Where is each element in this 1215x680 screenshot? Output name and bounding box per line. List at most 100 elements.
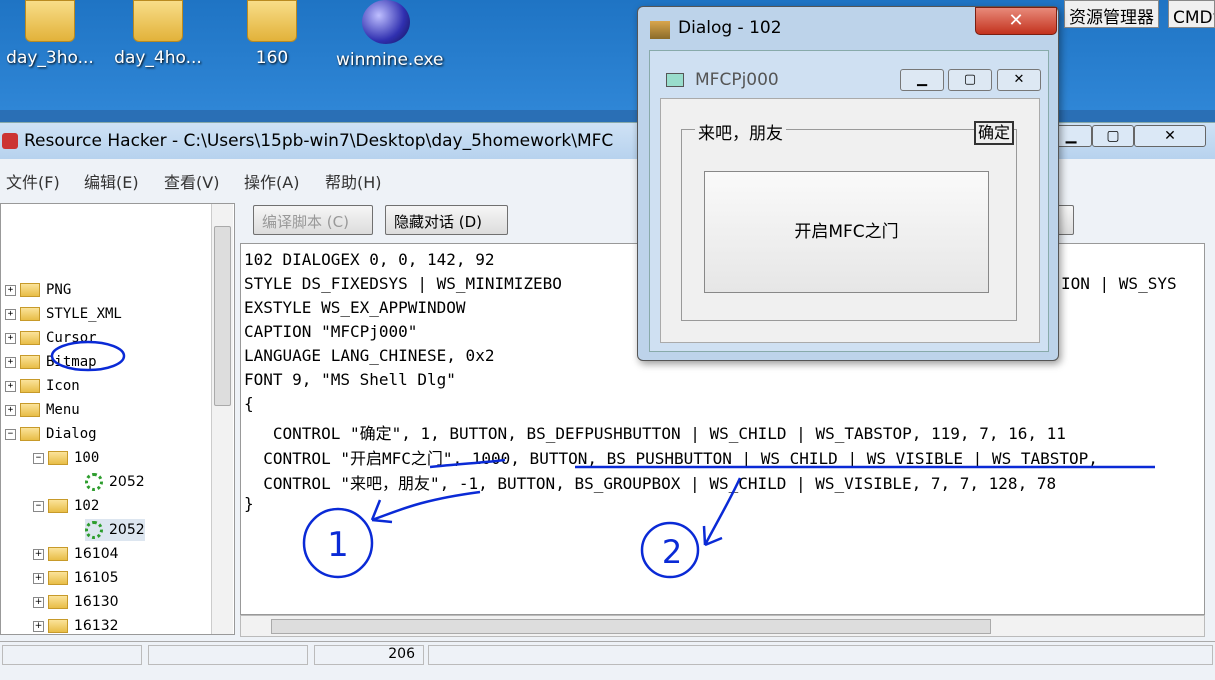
window-icon xyxy=(666,73,684,87)
tree-item-label: 16104 xyxy=(74,546,119,562)
folder-icon xyxy=(48,619,68,633)
expand-icon[interactable]: + xyxy=(5,308,16,320)
folder-open-icon xyxy=(20,427,40,441)
expand-icon[interactable]: + xyxy=(5,380,16,392)
desktop-icon-day4[interactable]: day_4ho... xyxy=(108,0,208,68)
desktop-icon-winmine[interactable]: winmine.exe xyxy=(336,0,443,70)
expand-icon[interactable]: + xyxy=(5,284,16,296)
folder-icon xyxy=(25,0,75,42)
folder-icon xyxy=(20,307,40,321)
tree-item-label: PNG xyxy=(46,282,72,298)
tree-item-16130[interactable]: +16130 xyxy=(33,591,119,613)
folder-icon xyxy=(20,283,40,297)
expand-icon[interactable]: + xyxy=(33,548,44,560)
code-line: CONTROL "确定", 1, BUTTON, BS_DEFPUSHBUTTO… xyxy=(244,424,1066,443)
mfc-dialog-title: MFCPj000 xyxy=(695,70,779,90)
folder-icon xyxy=(247,0,297,42)
editor-hscrollbar[interactable] xyxy=(240,615,1205,637)
collapse-icon[interactable]: − xyxy=(33,452,44,464)
menu-edit[interactable]: 编辑(E) xyxy=(84,169,139,193)
desktop-icon-label: winmine.exe xyxy=(336,50,444,70)
tree-item-png[interactable]: + PNG xyxy=(5,279,71,301)
tree-item-label: 2052 xyxy=(109,522,145,538)
status-pane xyxy=(2,645,142,665)
tree-item-label: Bitmap xyxy=(46,354,97,370)
tree-item-100[interactable]: − 100 xyxy=(33,447,99,469)
tree-item-label: 102 xyxy=(74,498,100,514)
taskbar-button-explorer[interactable]: 资源管理器 xyxy=(1064,0,1159,28)
folder-icon xyxy=(20,379,40,393)
desktop-icon-day3[interactable]: day_3ho... xyxy=(0,0,100,68)
folder-icon xyxy=(48,571,68,585)
desktop-icon-label: day_4ho... xyxy=(114,48,202,68)
minimize-button[interactable]: ▁ xyxy=(900,69,944,91)
app-icon xyxy=(2,133,18,149)
code-line: CONTROL "开启MFC之门", 1000, BUTTON, BS_PUSH… xyxy=(244,449,1098,468)
tree-item-label: Menu xyxy=(46,402,80,418)
expand-icon[interactable]: + xyxy=(33,596,44,608)
menu-file[interactable]: 文件(F) xyxy=(6,169,60,193)
tree-item-label: STYLE_XML xyxy=(46,306,122,322)
scrollbar-thumb[interactable] xyxy=(271,619,991,634)
open-mfc-button[interactable]: 开启MFC之门 xyxy=(704,171,989,293)
desktop-icon-label: 160 xyxy=(255,48,289,68)
code-line-tail: ION | WS_SYS xyxy=(1061,274,1177,293)
expand-icon[interactable]: + xyxy=(33,620,44,632)
dialog-preview-window: Dialog - 102 ✕ MFCPj000 ▁ ▢ ✕ 来吧，朋友 确定 开… xyxy=(637,6,1059,361)
dialog-icon xyxy=(650,21,670,39)
tree-item-dialog[interactable]: − Dialog xyxy=(5,423,97,445)
code-line: EXSTYLE WS_EX_APPWINDOW xyxy=(244,298,466,317)
close-button[interactable]: ✕ xyxy=(1134,125,1206,147)
maximize-button[interactable]: ▢ xyxy=(948,69,992,91)
maximize-button[interactable]: ▢ xyxy=(1092,125,1134,147)
tree-item-label: 16132 xyxy=(74,618,119,634)
tree-item-label: 16130 xyxy=(74,594,119,610)
ok-button[interactable]: 确定 xyxy=(974,121,1014,145)
menu-action[interactable]: 操作(A) xyxy=(244,169,299,193)
tree-item-style-xml[interactable]: + STYLE_XML xyxy=(5,303,122,325)
tree-item-label: Icon xyxy=(46,378,80,394)
menu-help[interactable]: 帮助(H) xyxy=(325,169,382,193)
gear-icon xyxy=(85,521,103,539)
taskbar-button-cmd[interactable]: CMD命 xyxy=(1168,0,1215,28)
tree-item-label: Cursor xyxy=(46,330,97,346)
expand-icon[interactable]: + xyxy=(33,572,44,584)
folder-icon xyxy=(20,331,40,345)
scrollbar-thumb[interactable] xyxy=(214,226,231,406)
tree-item-icon[interactable]: + Icon xyxy=(5,375,80,397)
tree-item-100-2052[interactable]: 2052 xyxy=(85,471,145,493)
resource-tree: + PNG + STYLE_XML + Cursor + Bitmap + Icon + M… xyxy=(0,203,235,635)
desktop-icon-160[interactable]: 160 xyxy=(222,0,322,68)
code-line: CAPTION "MFCPj000" xyxy=(244,322,418,341)
folder-open-icon xyxy=(48,499,68,513)
collapse-icon[interactable]: − xyxy=(5,428,16,440)
code-line: FONT 9, "MS Shell Dlg" xyxy=(244,370,456,389)
compile-script-button[interactable]: 编译脚本 (C) xyxy=(253,205,373,235)
tree-item-bitmap[interactable]: + Bitmap xyxy=(5,351,97,373)
tree-item-menu[interactable]: + Menu xyxy=(5,399,80,421)
gear-icon xyxy=(85,473,103,491)
hide-dialog-button[interactable]: 隐藏对话 (D) xyxy=(385,205,508,235)
expand-icon[interactable]: + xyxy=(5,356,16,368)
tree-item-16105[interactable]: +16105 xyxy=(33,567,119,589)
close-button[interactable]: ✕ xyxy=(997,69,1041,91)
tree-item-102[interactable]: − 102 xyxy=(33,495,99,517)
tree-scrollbar[interactable] xyxy=(211,204,233,634)
tree-item-16104[interactable]: +16104 xyxy=(33,543,119,565)
tree-item-16132[interactable]: +16132 xyxy=(33,615,119,634)
expand-icon[interactable]: + xyxy=(5,332,16,344)
expand-icon[interactable]: + xyxy=(5,404,16,416)
folder-icon xyxy=(48,547,68,561)
tree-item-cursor[interactable]: + Cursor xyxy=(5,327,97,349)
close-button[interactable]: ✕ xyxy=(975,7,1057,35)
tree-item-label: Dialog xyxy=(46,426,97,442)
code-line: STYLE DS_FIXEDSYS | WS_MINIMIZEBO xyxy=(244,274,562,293)
tree-item-102-2052[interactable]: 2052 xyxy=(85,519,145,541)
mine-icon xyxy=(362,0,410,44)
groupbox-label: 来吧，朋友 xyxy=(695,119,786,144)
status-value: 206 xyxy=(314,645,424,665)
status-pane xyxy=(148,645,308,665)
folder-icon xyxy=(133,0,183,42)
menu-view[interactable]: 查看(V) xyxy=(164,169,219,193)
collapse-icon[interactable]: − xyxy=(33,500,44,512)
